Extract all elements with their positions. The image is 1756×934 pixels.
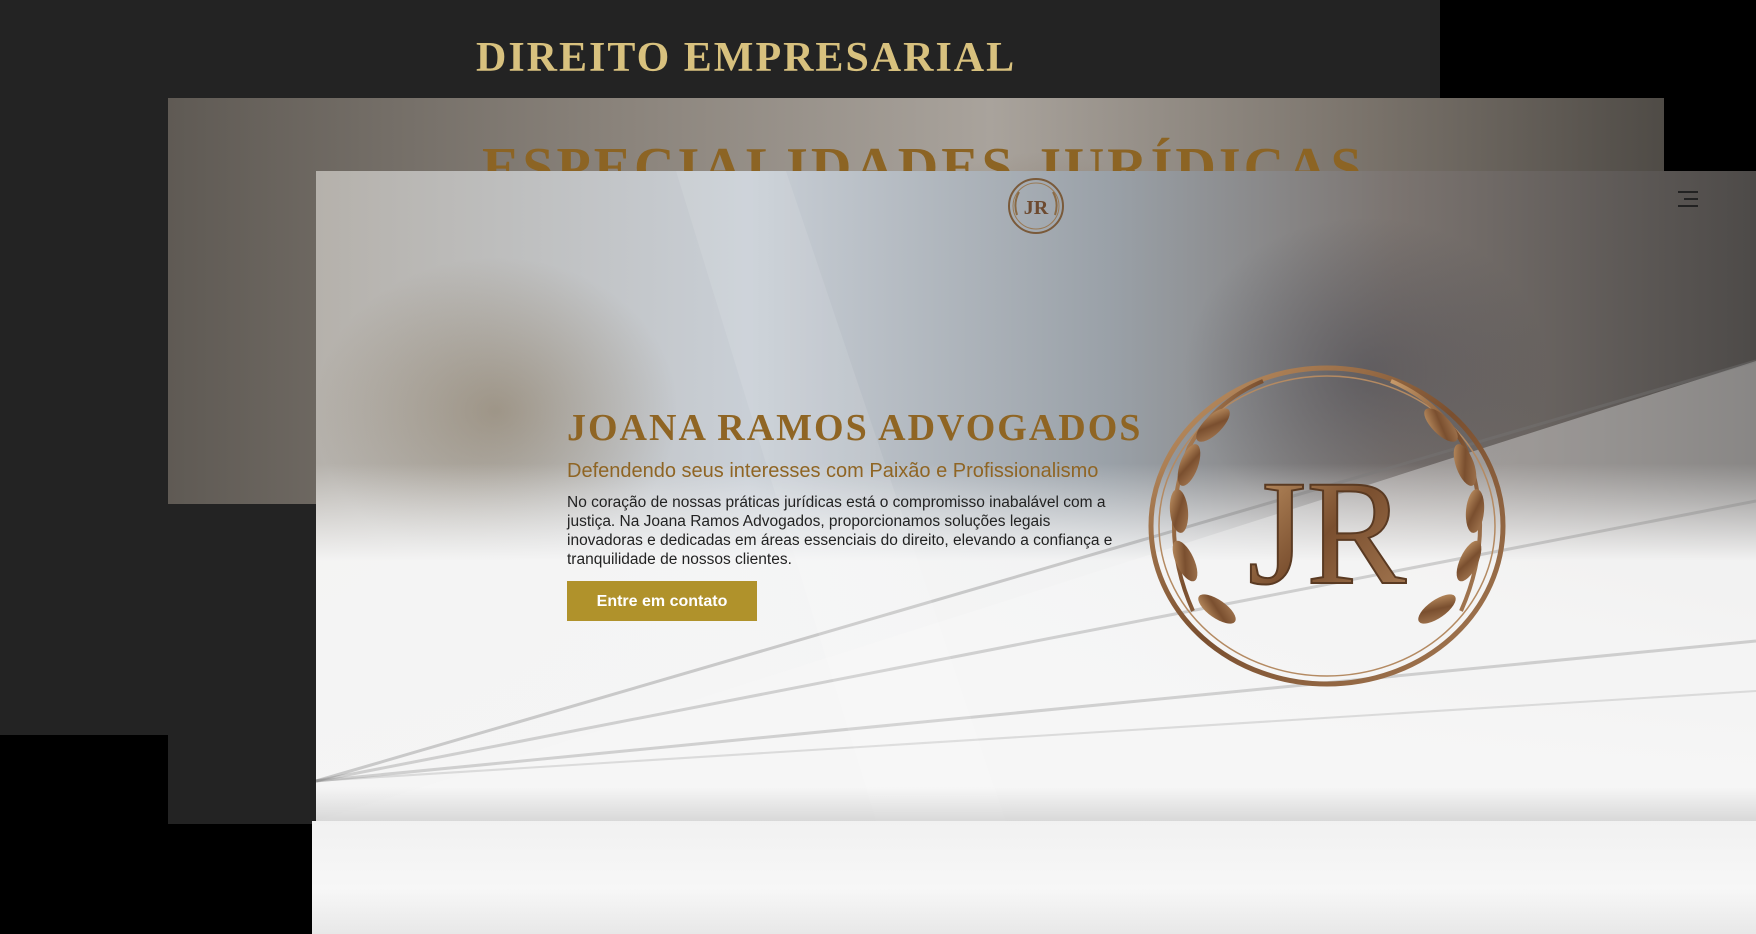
jr-logo-icon[interactable]: JR [1005,175,1067,237]
page-bottom-area [312,821,1756,934]
section-title-direito-empresarial: DIREITO EMPRESARIAL [476,35,1017,81]
hamburger-menu-icon[interactable] [1676,187,1700,211]
hero-section: JR JOANA RAMOS ADVOGADOS Defendendo seus… [316,171,1756,821]
top-logo-text: JR [1024,197,1049,219]
hero-bottom-shadow [316,787,1756,821]
emblem-text: JR [1248,450,1406,616]
hero-subtitle: Defendendo seus interesses com Paixão e … [567,460,1099,482]
jr-emblem-icon: JR [1148,365,1506,687]
hero-description: No coração de nossas práticas jurídicas … [567,494,1113,568]
hero-title: JOANA RAMOS ADVOGADOS [567,407,1143,449]
contact-button[interactable]: Entre em contato [567,581,757,621]
hero-copy: JOANA RAMOS ADVOGADOS Defendendo seus in… [567,406,1147,621]
